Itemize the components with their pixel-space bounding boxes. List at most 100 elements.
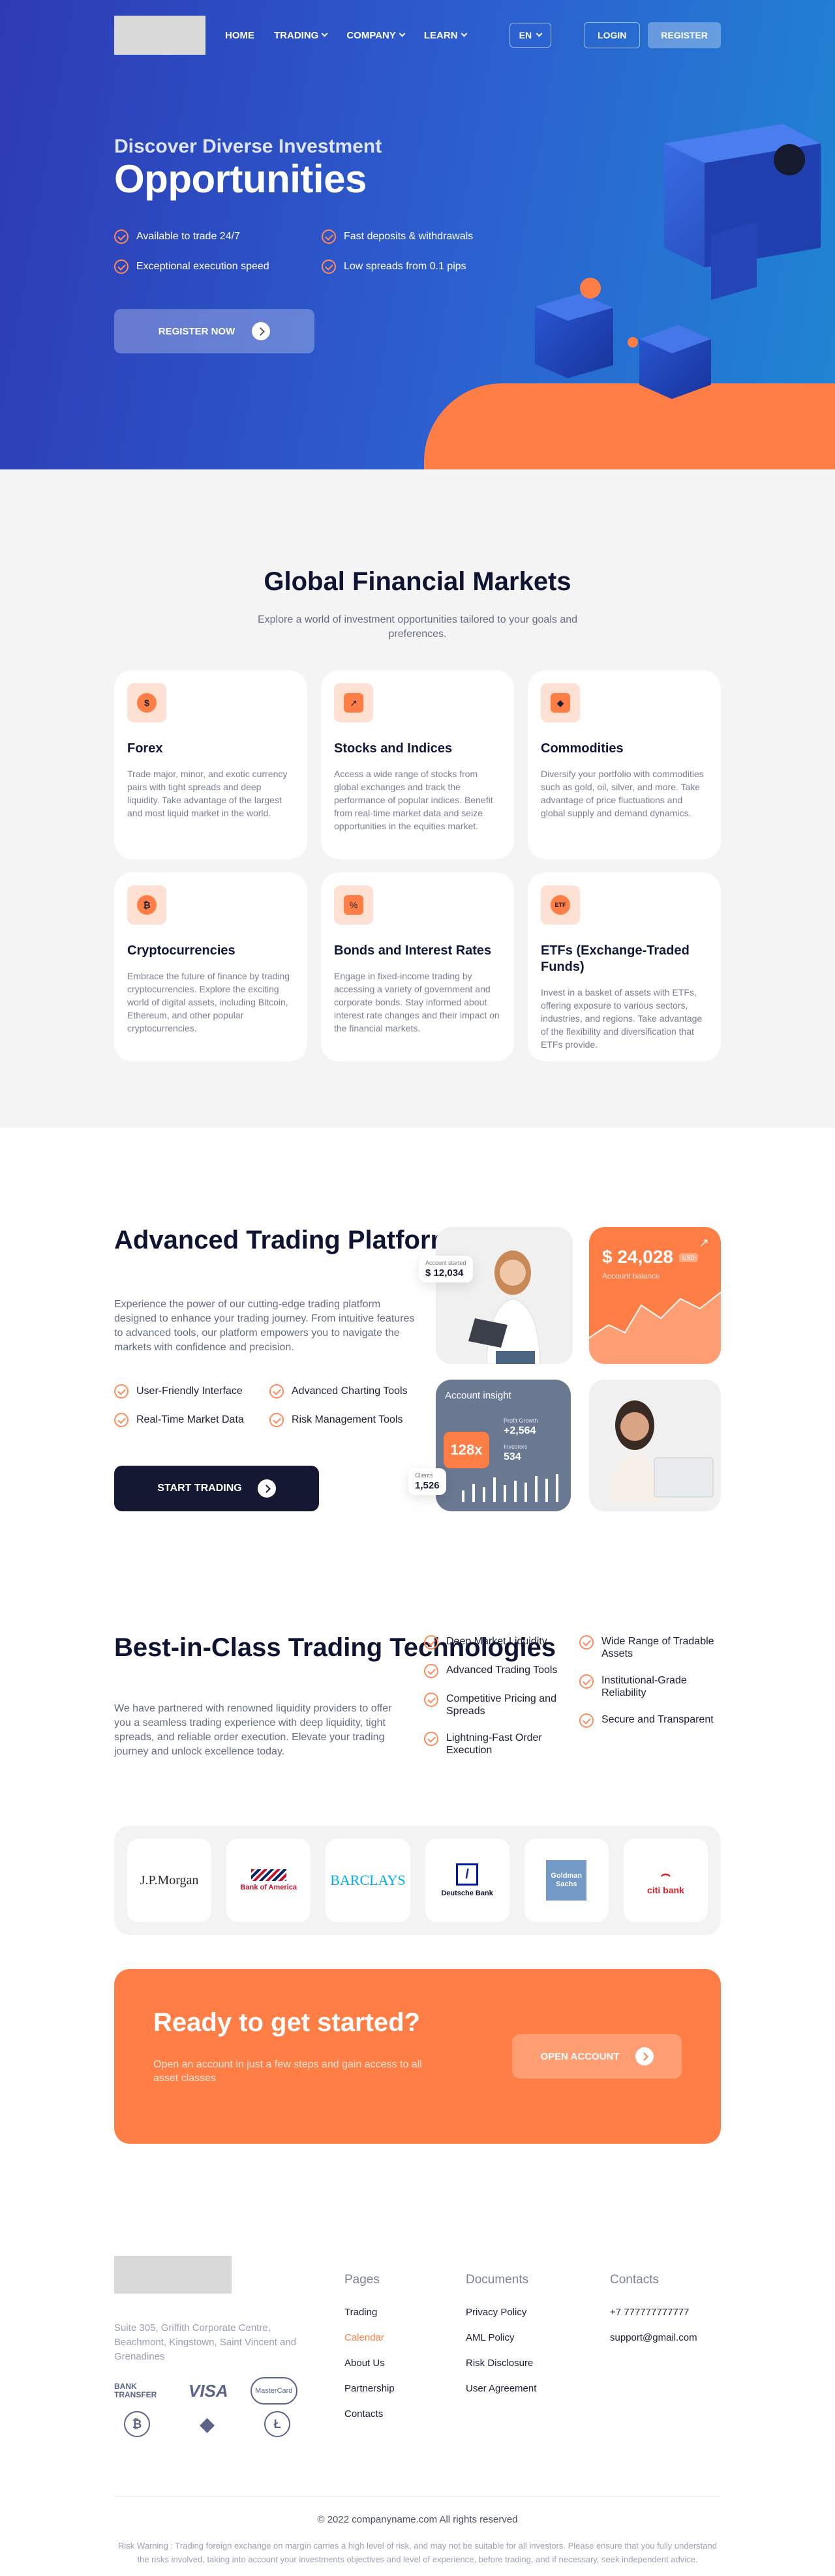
tech-feature: Secure and Transparent [579, 1713, 723, 1728]
market-card-crypto[interactable]: ₿ Cryptocurrencies Embrace the future of… [114, 872, 307, 1061]
woman-with-laptop-illustration [468, 1251, 541, 1364]
woman-at-desk-illustration [609, 1400, 714, 1503]
card-title: Bonds and Interest Rates [334, 943, 492, 958]
register-now-button[interactable]: REGISTER NOW [114, 309, 314, 353]
feature-label: Available to trade 24/7 [136, 231, 240, 242]
footer-logo-placeholder[interactable] [114, 2256, 232, 2294]
footer-link-about[interactable]: About Us [344, 2358, 395, 2369]
nav-company-label: COMPANY [346, 29, 396, 41]
market-card-commodities[interactable]: ◆ Commodities Diversify your portfolio w… [528, 670, 721, 859]
arrow-right-icon [252, 322, 271, 340]
feature-label: Real-Time Market Data [136, 1414, 244, 1425]
card-text: Diversify your portfolio with commoditie… [541, 769, 704, 818]
insight-bars-illustration [462, 1474, 558, 1502]
nav-learn[interactable]: LEARN [423, 29, 468, 41]
card-title: Cryptocurrencies [127, 943, 235, 958]
footer-copyright: © 2022 companyname.com All rights reserv… [317, 2514, 518, 2525]
markets-section: Global Financial Markets Explore a world… [0, 469, 835, 1128]
check-icon [579, 1674, 594, 1689]
bank-logo-citi: ⌢ citi bank [623, 1839, 708, 1922]
hero-title: Opportunities [114, 157, 367, 201]
feature-label: Competitive Pricing and Spreads [446, 1693, 556, 1717]
check-icon [424, 1732, 438, 1746]
partner-banks: J.P.Morgan Bank of America BARCLAYS / De… [114, 1826, 721, 1935]
platform-text: Experience the power of our cutting-edge… [114, 1299, 415, 1353]
footer-link-privacy[interactable]: Privacy Policy [466, 2307, 536, 2318]
register-button[interactable]: REGISTER [648, 22, 721, 48]
card-title: Forex [127, 741, 163, 756]
photo-card-woman-desk [589, 1380, 721, 1511]
litecoin-icon: Ł [264, 2411, 291, 2437]
market-card-bonds[interactable]: % Bonds and Interest Rates Engage in fix… [321, 872, 514, 1061]
nav-links: HOME TRADING COMPANY LEARN [225, 29, 468, 41]
bank-transfer-icon: BANK TRANSFER [114, 2382, 157, 2399]
platform-title: Advanced Trading Platform [114, 1226, 454, 1254]
card-text: Access a wide range of stocks from globa… [334, 769, 493, 831]
platform-feature: Real-Time Market Data [114, 1413, 269, 1427]
bank-name: citi bank [647, 1885, 684, 1895]
markets-lede: Explore a world of investment opportunit… [257, 614, 578, 640]
open-account-button[interactable]: OPEN ACCOUNT [512, 2034, 682, 2079]
crypto-methods: ₿ ◆ Ł [124, 2411, 291, 2437]
footer-address: Suite 305, Griffith Corporate Centre, Be… [114, 2322, 297, 2362]
language-selector[interactable]: EN [509, 23, 552, 48]
check-icon [579, 1635, 594, 1650]
market-card-stocks[interactable]: ↗ Stocks and Indices Access a wide range… [321, 670, 514, 859]
feature-label: Advanced Charting Tools [292, 1385, 408, 1397]
photo-card-woman-laptop [436, 1227, 573, 1364]
market-card-forex[interactable]: $ Forex Trade major, minor, and exotic c… [114, 670, 307, 859]
logo-placeholder[interactable] [114, 16, 205, 55]
login-button[interactable]: LOGIN [584, 22, 641, 48]
hero-subtitle: Discover Diverse Investment [114, 136, 382, 157]
card-text: Trade major, minor, and exotic currency … [127, 769, 288, 818]
card-text: Embrace the future of finance by trading… [127, 971, 290, 1033]
clients-badge: Clients 1,526 [408, 1468, 446, 1495]
footer-phone[interactable]: +7 777777777777 [610, 2307, 697, 2318]
chevron-down-icon [536, 30, 543, 37]
tech-text: We have partnered with renowned liquidit… [114, 1703, 392, 1757]
badge-label: Account started [425, 1260, 466, 1266]
arrow-right-icon [257, 1479, 276, 1498]
card-title: Stocks and Indices [334, 741, 453, 756]
nav-trading[interactable]: TRADING [274, 30, 328, 41]
footer-col-title: Pages [344, 2273, 380, 2287]
footer-link-contacts[interactable]: Contacts [344, 2408, 395, 2420]
nav-home[interactable]: HOME [225, 30, 254, 41]
check-icon [424, 1664, 438, 1678]
market-card-etfs[interactable]: ETF ETFs (Exchange-Traded Funds) Invest … [528, 872, 721, 1061]
bank-logo-bofa: Bank of America [226, 1839, 311, 1922]
platform-feature: Risk Management Tools [269, 1413, 419, 1427]
check-icon [322, 229, 336, 244]
nav-learn-label: LEARN [423, 29, 458, 41]
tech-feature: Lightning-Fast Order Execution [424, 1732, 574, 1756]
check-icon [424, 1635, 438, 1650]
check-icon [114, 229, 129, 244]
start-trading-button[interactable]: START TRADING [114, 1466, 319, 1511]
chevron-down-icon [461, 30, 468, 37]
footer-link-risk[interactable]: Risk Disclosure [466, 2358, 536, 2369]
card-title: ETFs (Exchange-Traded Funds) [541, 943, 690, 974]
footer-link-aml[interactable]: AML Policy [466, 2332, 536, 2343]
footer-risk-warning: Risk Warning : Trading foreign exchange … [118, 2541, 717, 2564]
footer-email[interactable]: support@gmail.com [610, 2332, 697, 2343]
nav-actions: EN LOGIN REGISTER [509, 22, 721, 48]
footer-link-agreement[interactable]: User Agreement [466, 2383, 536, 2394]
nav-company[interactable]: COMPANY [346, 29, 406, 41]
tech-feature: Wide Range of Tradable Assets [579, 1635, 723, 1660]
tech-feature: Competitive Pricing and Spreads [424, 1693, 574, 1717]
footer: Suite 305, Griffith Corporate Centre, Be… [0, 2256, 835, 2576]
check-icon [114, 1384, 129, 1399]
ready-text: Open an account in just a few steps and … [153, 2059, 422, 2084]
footer-link-trading[interactable]: Trading [344, 2307, 395, 2318]
badge-value: $ 12,034 [425, 1267, 464, 1279]
ready-title: Ready to get started? [153, 2008, 420, 2037]
footer-link-partnership[interactable]: Partnership [344, 2383, 395, 2394]
feature-label: Exceptional execution speed [136, 261, 269, 272]
feature-label: User-Friendly Interface [136, 1385, 243, 1397]
market-cards: $ Forex Trade major, minor, and exotic c… [114, 670, 721, 1061]
etf-icon: ETF [541, 885, 580, 925]
platform-features: User-Friendly Interface Advanced Chartin… [114, 1384, 419, 1427]
footer-link-calendar[interactable]: Calendar [344, 2332, 395, 2343]
feature-label: Deep Market Liquidity [446, 1636, 547, 1647]
platform-feature: Advanced Charting Tools [269, 1384, 419, 1399]
